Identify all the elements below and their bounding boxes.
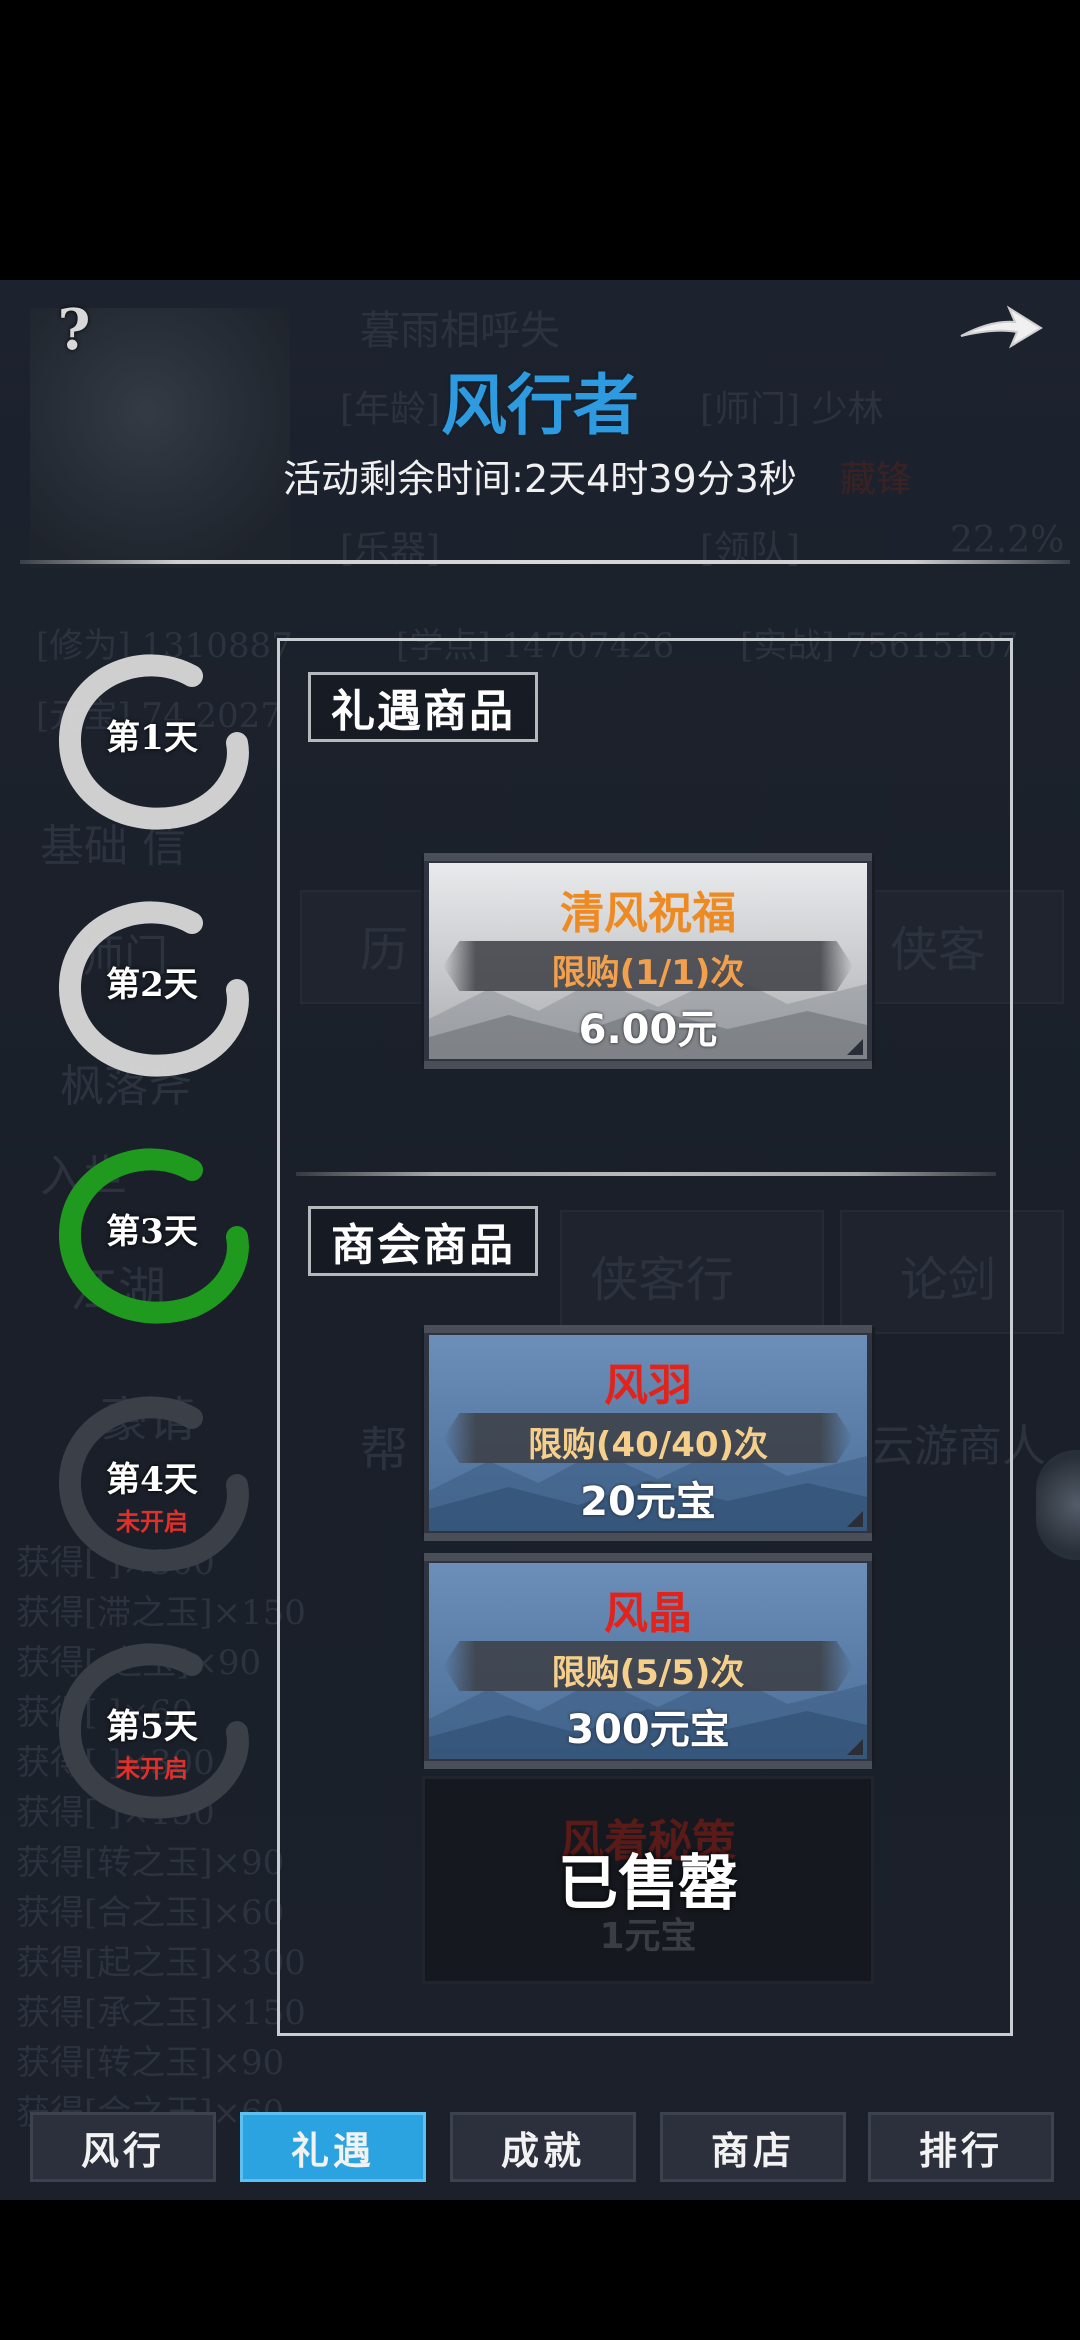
sold-out-item-card: 风着秘策 1元宝 已售罄 [422,1776,874,1984]
page-title: 风行者 [441,366,639,444]
guild-item-card[interactable]: 风羽 限购(40/40)次 20元宝 [424,1325,872,1541]
day-locked-label: 未开启 [116,1507,188,1536]
item-purchase-limit: 限购(1/1)次 [551,953,745,993]
day-tab-5[interactable]: 第5天 未开启 [52,1637,249,1827]
bg-reward-item: 获得[起之玉]×300 [16,1943,306,1983]
bg-reward-item: 获得[承之玉]×150 [16,1993,306,2033]
day-label: 第1天 [106,718,198,758]
item-name: 清风祝福 [560,888,736,939]
item-price: 6.00元 [578,1007,718,1053]
day-tab-4[interactable]: 第4天 未开启 [52,1390,249,1580]
bottom-tab-bar: 风行 礼遇 成就 商店 排行 [0,2112,1080,2188]
edge-item-icon [1036,1450,1080,1560]
bg-reward-item: 获得[转之玉]×90 [16,1843,285,1883]
tab-liyu[interactable]: 礼遇 [240,2112,426,2182]
day-tab-1[interactable]: 第1天 [52,648,249,838]
day-label: 第5天 [106,1707,198,1747]
sold-out-label: 已售罄 [558,1849,738,1919]
day-tab-2[interactable]: 第2天 [52,895,249,1085]
tab-shangdian[interactable]: 商店 [660,2112,846,2182]
guild-item-card[interactable]: 风晶 限购(5/5)次 300元宝 [424,1553,872,1769]
day-label: 第4天 [106,1460,198,1500]
gift-item-card[interactable]: 清风祝福 限购(1/1)次 6.00元 [424,853,872,1069]
tab-fengxing[interactable]: 风行 [30,2112,216,2182]
day-locked-label: 未开启 [116,1754,188,1783]
section-divider [296,1172,996,1176]
day-label: 第2天 [106,965,198,1005]
bg-team: [领队] [700,529,801,570]
item-name: 风晶 [604,1588,692,1639]
item-name: 风羽 [604,1360,692,1411]
bg-reward-item: 获得[合之玉]×60 [16,1893,285,1933]
bg-percent: 22.2% [950,520,1065,561]
item-price: 300元宝 [566,1707,730,1753]
item-price: 20元宝 [580,1479,716,1525]
bg-spouse: [乐器] [340,529,441,570]
activity-timer: 活动剩余时间:2天4时39分3秒 [283,457,797,501]
guild-section-title: 商会商品 [308,1206,538,1276]
bg-reward-item: 获得[转之玉]×90 [16,2043,285,2083]
bg-reward-item: 获得[滞之玉]×150 [16,1593,306,1633]
bg-name: 暮雨相呼失 [360,308,560,354]
tab-chengjiu[interactable]: 成就 [450,2112,636,2182]
item-purchase-limit: 限购(5/5)次 [551,1653,745,1693]
header-divider [20,560,1070,564]
day-tab-3[interactable]: 第3天 [52,1142,249,1332]
help-button[interactable]: ? [48,297,100,363]
gift-section-title: 礼遇商品 [308,672,538,742]
item-purchase-limit: 限购(40/40)次 [527,1425,769,1465]
day-label: 第3天 [106,1212,198,1252]
tab-paihang[interactable]: 排行 [868,2112,1054,2182]
